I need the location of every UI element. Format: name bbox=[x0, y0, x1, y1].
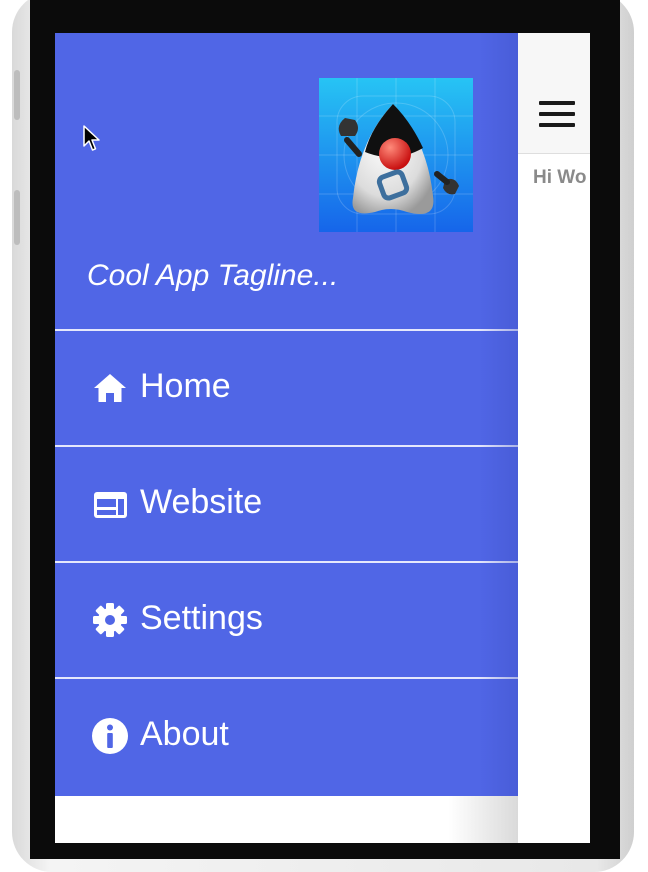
side-menu-list: Home Website Settings About bbox=[55, 329, 518, 793]
menu-edge-shadow bbox=[478, 33, 518, 796]
menu-item-website[interactable]: Website bbox=[55, 445, 518, 561]
side-menu-footer bbox=[55, 796, 518, 843]
hamburger-icon[interactable] bbox=[539, 101, 575, 127]
menu-item-label: About bbox=[140, 715, 229, 753]
menu-item-settings[interactable]: Settings bbox=[55, 561, 518, 677]
volume-button bbox=[14, 70, 20, 120]
menu-item-label: Website bbox=[140, 483, 263, 521]
duke-mascot-logo bbox=[319, 78, 473, 232]
home-icon bbox=[94, 374, 126, 402]
menu-item-about[interactable]: About bbox=[55, 677, 518, 793]
web-icon bbox=[94, 492, 127, 518]
gear-icon bbox=[93, 603, 127, 637]
volume-button-down bbox=[14, 190, 20, 245]
main-content-text: Hi Wo bbox=[533, 167, 587, 188]
cursor-icon bbox=[83, 125, 100, 151]
side-menu-header: Cool App Tagline... bbox=[55, 33, 518, 330]
menu-item-label: Settings bbox=[140, 599, 263, 637]
menu-item-home[interactable]: Home bbox=[55, 329, 518, 445]
side-menu: Cool App Tagline... Home Website Setting… bbox=[55, 33, 518, 796]
menu-item-label: Home bbox=[140, 367, 231, 405]
app-screen: Hi Wo Cool App Tagline... Home Website S… bbox=[55, 33, 590, 843]
info-icon bbox=[92, 718, 128, 754]
app-tagline: Cool App Tagline... bbox=[87, 259, 339, 292]
